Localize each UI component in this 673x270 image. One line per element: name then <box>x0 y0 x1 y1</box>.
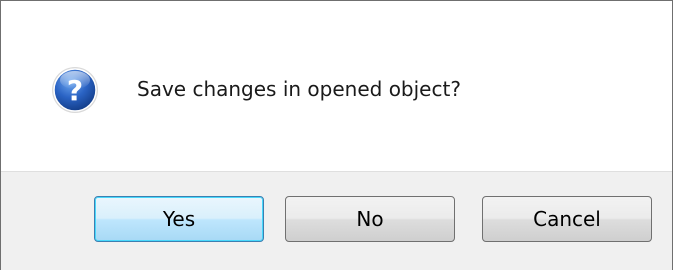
cancel-button[interactable]: Cancel <box>482 196 652 242</box>
confirm-dialog: ? Save changes in opened object? Yes No … <box>0 0 673 270</box>
question-icon: ? <box>50 65 100 115</box>
svg-text:?: ? <box>67 74 83 107</box>
yes-button[interactable]: Yes <box>94 196 264 242</box>
dialog-content: ? Save changes in opened object? <box>1 1 672 171</box>
dialog-message: Save changes in opened object? <box>137 77 461 101</box>
no-button[interactable]: No <box>285 196 455 242</box>
dialog-button-bar: Yes No Cancel <box>1 171 672 270</box>
